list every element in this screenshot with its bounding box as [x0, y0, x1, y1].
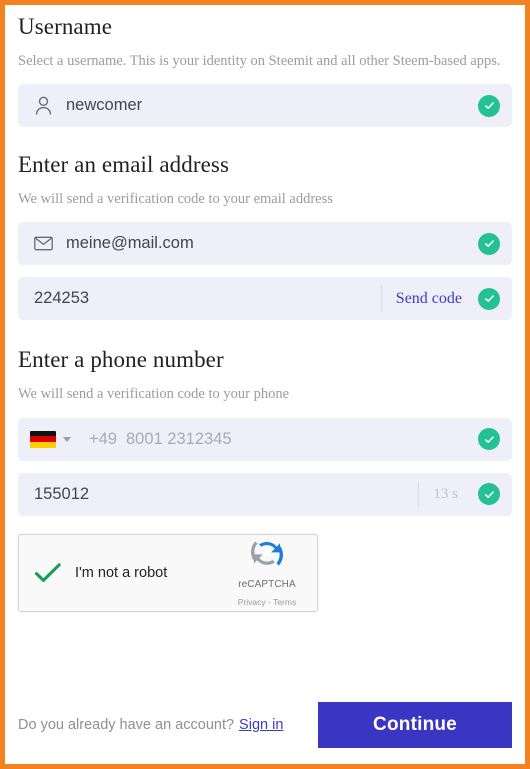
email-code-valid-check-icon: [478, 287, 500, 310]
recaptcha-logo-icon: [251, 540, 283, 566]
send-code-button[interactable]: Send code: [396, 290, 462, 308]
email-heading: Enter an email address: [18, 152, 230, 178]
recaptcha-label: I'm not a robot: [75, 564, 168, 581]
email-code-input[interactable]: 224253: [34, 289, 89, 308]
phone-section: Enter a phone number We will send a veri…: [18, 344, 512, 516]
continue-button[interactable]: Continue: [318, 702, 512, 748]
phone-subtext: We will send a verification code to your…: [18, 386, 290, 403]
person-icon: [32, 95, 54, 117]
country-code-selector[interactable]: [30, 430, 71, 448]
form-footer: Do you already have an account? Sign in …: [18, 702, 512, 748]
username-input[interactable]: newcomer: [66, 96, 142, 115]
phone-field-row[interactable]: +49 8001 2312345: [18, 417, 512, 461]
email-subtext: We will send a verification code to your…: [18, 190, 333, 207]
recaptcha-brand-name: reCAPTCHA: [238, 578, 296, 590]
chevron-down-icon: [63, 436, 71, 442]
germany-flag-icon: [30, 430, 56, 448]
recaptcha-widget[interactable]: I'm not a robot reCAPTCHA Privacy - Term…: [18, 533, 318, 612]
username-heading: Username: [18, 14, 113, 39]
phone-valid-check-icon: [478, 428, 500, 451]
phone-heading: Enter a phone number: [18, 347, 224, 373]
phone-code-field-row[interactable]: 155012 13 s: [18, 472, 512, 516]
field-divider: [418, 481, 420, 508]
email-field-row[interactable]: meine@mail.com: [18, 222, 512, 266]
username-field-row[interactable]: newcomer: [18, 84, 512, 128]
phone-code-input[interactable]: 155012: [34, 485, 89, 504]
sign-in-link[interactable]: Sign in: [239, 717, 283, 733]
recaptcha-checkbox-checked-icon[interactable]: [33, 558, 63, 588]
field-divider: [380, 285, 382, 312]
recaptcha-legal-links[interactable]: Privacy - Terms: [238, 597, 296, 607]
resend-timer: 13 s: [433, 485, 458, 502]
recaptcha-branding: reCAPTCHA Privacy - Terms: [229, 536, 305, 610]
phone-code-valid-check-icon: [478, 483, 500, 506]
username-section: Username Select a username. This is your…: [18, 11, 512, 128]
email-code-field-row[interactable]: 224253 Send code: [18, 277, 512, 321]
username-subtext: Select a username. This is your identity…: [18, 52, 501, 69]
existing-account-text: Do you already have an account?: [18, 717, 235, 733]
signup-form-container: Username Select a username. This is your…: [0, 0, 530, 769]
dial-code-label: +49: [89, 429, 117, 448]
email-input[interactable]: meine@mail.com: [66, 234, 194, 253]
email-section: Enter an email address We will send a ve…: [18, 149, 512, 321]
email-valid-check-icon: [478, 232, 500, 255]
username-valid-check-icon: [478, 94, 500, 117]
envelope-icon: [32, 233, 54, 255]
phone-input[interactable]: 8001 2312345: [126, 430, 232, 449]
